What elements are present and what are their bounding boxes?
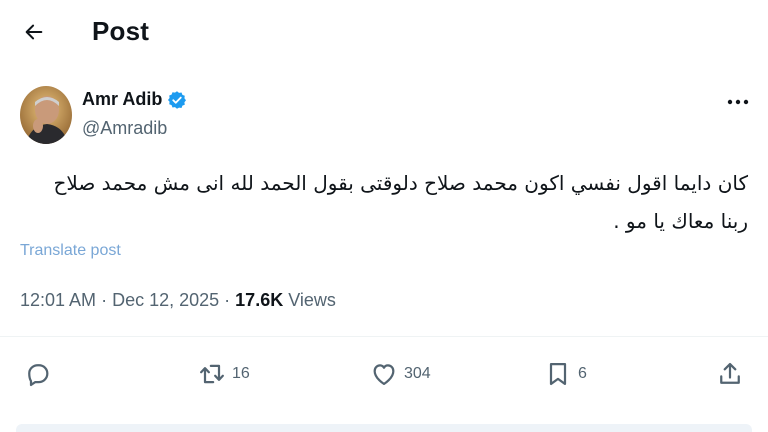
avatar[interactable]: [20, 86, 72, 144]
more-horizontal-icon: [727, 99, 749, 105]
verified-badge-icon: [168, 90, 187, 109]
views-label: Views: [288, 290, 336, 310]
post-date[interactable]: Dec 12, 2025: [112, 290, 219, 310]
post-time[interactable]: 12:01 AM: [20, 290, 96, 310]
reply-composer-edge: [16, 424, 752, 432]
bookmark-count: 6: [578, 365, 587, 382]
meta-separator: ·: [101, 290, 113, 310]
author-handle[interactable]: @Amradib: [82, 118, 167, 139]
reply-button[interactable]: [24, 356, 58, 392]
translate-post-link[interactable]: Translate post: [20, 242, 121, 260]
heart-icon: [373, 364, 395, 386]
bookmark-button[interactable]: 6: [544, 356, 587, 392]
bookmark-icon: [549, 362, 567, 386]
repost-count: 16: [232, 365, 250, 382]
post-text: كان دايما اقول نفسي اكون محمد صلاح دلوقت…: [20, 164, 749, 240]
more-options-button[interactable]: [722, 88, 754, 116]
arrow-left-icon: [25, 24, 43, 40]
like-button[interactable]: 304: [370, 356, 431, 392]
repost-icon: [200, 364, 224, 384]
like-count: 304: [404, 365, 431, 382]
share-icon: [720, 362, 740, 384]
views-count: 17.6K: [235, 290, 284, 310]
author-name[interactable]: Amr Adib: [82, 89, 187, 110]
meta-separator: ·: [224, 290, 236, 310]
post-text-line: كان دايما اقول نفسي اكون محمد صلاح دلوقت…: [53, 171, 749, 195]
page-title: Post: [92, 16, 150, 46]
author-name-text: Amr Adib: [82, 89, 163, 109]
back-button[interactable]: [16, 14, 52, 50]
post-meta: 12:01 AM · Dec 12, 2025 · 17.6K Views: [20, 290, 336, 311]
divider: [0, 336, 768, 337]
reply-icon: [28, 364, 49, 387]
share-button[interactable]: [716, 356, 744, 392]
avatar-image: [20, 86, 72, 144]
post-header: Post: [0, 0, 768, 64]
post-text-line: ربنا معاك يا مو .: [613, 209, 748, 233]
repost-button[interactable]: 16: [198, 356, 250, 392]
